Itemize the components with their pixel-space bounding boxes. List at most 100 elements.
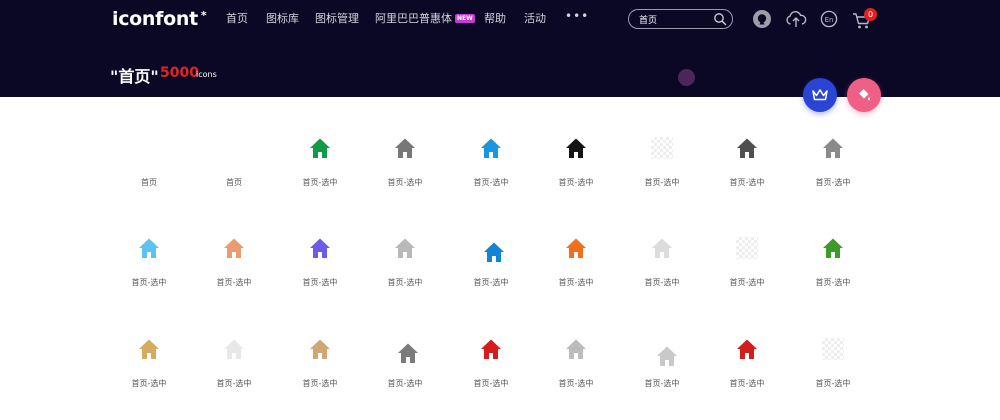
search-result-title: "首页" xyxy=(110,67,159,86)
icon-label: 首页-选中 xyxy=(387,278,423,287)
icon-card[interactable]: 首页-选中 xyxy=(623,137,701,197)
icon-card[interactable]: 首页-选中 xyxy=(708,338,786,398)
icon-card[interactable]: 首页 xyxy=(195,137,273,197)
icon-label: 首页-选中 xyxy=(131,278,167,287)
icon-card[interactable]: 首页-选中 xyxy=(281,237,359,297)
icon-card[interactable]: 首页-选中 xyxy=(281,137,359,197)
iconfont-logo[interactable]: iconfont * xyxy=(112,8,207,30)
cart-count-badge: 0 xyxy=(864,8,877,21)
icon-card[interactable]: 首页-选中 xyxy=(794,237,872,297)
icon-label: 首页 xyxy=(226,178,242,187)
icon-card[interactable]: 首页-选中 xyxy=(195,237,273,297)
nav-item-alibaba-font[interactable]: 阿里巴巴普惠体 NEW xyxy=(375,11,475,27)
icon-label: 首页-选中 xyxy=(302,178,338,187)
icon-label: 首页-选中 xyxy=(302,278,338,287)
nav-item-activity[interactable]: 活动 xyxy=(524,11,546,27)
home-icon xyxy=(484,242,505,263)
icon-card[interactable]: 首页-选中 xyxy=(366,237,444,297)
home-icon xyxy=(224,339,244,359)
icon-label: 首页 xyxy=(141,178,157,187)
more-menu-icon[interactable]: ••• xyxy=(565,9,589,23)
logo-mark: * xyxy=(200,9,207,22)
icon-label: 首页-选中 xyxy=(216,379,252,388)
icon-label: 首页-选中 xyxy=(558,379,594,388)
icon-card[interactable]: 首页-选中 xyxy=(110,338,188,398)
search-input[interactable] xyxy=(639,12,709,26)
icon-label: 首页-选中 xyxy=(729,379,765,388)
icon-label: 首页-选中 xyxy=(558,278,594,287)
icon-card[interactable]: 首页-选中 xyxy=(794,338,872,398)
icon-card[interactable]: 首页-选中 xyxy=(794,137,872,197)
icon-card[interactable]: 首页-选中 xyxy=(110,237,188,297)
home-icon xyxy=(139,339,159,359)
new-badge: NEW xyxy=(455,14,475,23)
nav-item-icon-management[interactable]: 图标管理 xyxy=(315,11,359,27)
icon-label: 首页-选中 xyxy=(558,178,594,187)
home-icon xyxy=(652,238,672,258)
svg-text:En: En xyxy=(825,16,834,24)
home-icon xyxy=(395,138,415,158)
icon-card[interactable]: 首页 xyxy=(110,137,188,197)
icon-label: 首页-选中 xyxy=(729,178,765,187)
home-icon xyxy=(656,346,677,366)
icon-label: 首页-选中 xyxy=(387,178,423,187)
result-unit: icons xyxy=(196,70,217,79)
home-icon xyxy=(395,238,415,258)
icon-grid: 首页 首页 首页-选中 首页-选中 首页-选中 首页-选中 首页-选中 首页-选中 首页-选中首… xyxy=(0,97,1000,420)
icon-card[interactable]: 首页-选中 xyxy=(281,338,359,398)
home-icon xyxy=(481,138,501,158)
icon-card[interactable]: 首页-选中 xyxy=(708,137,786,197)
logo-text: iconfont xyxy=(112,8,198,30)
icon-card[interactable]: 首页-选中 xyxy=(452,237,530,297)
icon-card[interactable]: 首页-选中 xyxy=(623,338,701,398)
icon-label: 首页-选中 xyxy=(815,379,851,388)
home-icon xyxy=(139,238,159,258)
transparent-placeholder-icon xyxy=(822,338,844,360)
transparent-placeholder-icon xyxy=(651,137,673,159)
nav-item-help[interactable]: 帮助 xyxy=(484,11,506,27)
github-icon[interactable] xyxy=(752,9,772,29)
icon-card[interactable]: 首页-选中 xyxy=(366,137,444,197)
icon-card[interactable]: 首页-选中 xyxy=(366,338,444,398)
icon-card[interactable]: 首页-选中 xyxy=(537,338,615,398)
search-icon[interactable] xyxy=(713,12,727,26)
icon-label: 首页-选中 xyxy=(473,178,509,187)
result-count: 5000 xyxy=(160,65,199,81)
icon-card[interactable]: 首页-选中 xyxy=(452,338,530,398)
nav-item-home[interactable]: 首页 xyxy=(226,11,248,27)
icon-card[interactable]: 首页-选中 xyxy=(623,237,701,297)
icon-label: 首页-选中 xyxy=(302,379,338,388)
icon-card[interactable]: 首页-选中 xyxy=(452,137,530,197)
decorative-bubble xyxy=(678,69,695,86)
home-icon xyxy=(310,138,330,158)
nav-item-icon-library[interactable]: 图标库 xyxy=(266,11,299,27)
icon-card[interactable]: 首页-选中 xyxy=(708,237,786,297)
home-icon xyxy=(224,238,244,258)
language-en-icon[interactable]: En xyxy=(820,9,838,29)
home-icon xyxy=(823,238,843,258)
icon-label: 首页-选中 xyxy=(387,379,423,388)
icon-card[interactable]: 首页-选中 xyxy=(537,237,615,297)
home-icon xyxy=(566,138,586,158)
icon-card[interactable]: 首页-选中 xyxy=(537,137,615,197)
home-icon xyxy=(310,339,330,359)
icon-label: 首页-选中 xyxy=(131,379,167,388)
home-icon xyxy=(566,238,586,258)
icon-label: 首页-选中 xyxy=(729,278,765,287)
icon-label: 首页-选中 xyxy=(815,178,851,187)
home-icon xyxy=(566,339,586,359)
home-icon xyxy=(737,138,757,158)
home-icon xyxy=(310,238,330,258)
search-box[interactable] xyxy=(628,9,733,29)
icon-label: 首页-选中 xyxy=(644,278,680,287)
icon-label: 首页-选中 xyxy=(216,278,252,287)
home-icon xyxy=(398,343,419,364)
upload-cloud-icon[interactable] xyxy=(785,9,807,29)
header-bar: iconfont * 首页 图标库 图标管理 阿里巴巴普惠体 NEW 帮助 活动 … xyxy=(0,0,1000,97)
icon-label: 首页-选中 xyxy=(473,278,509,287)
icon-label: 首页-选中 xyxy=(815,278,851,287)
icon-label: 首页-选中 xyxy=(644,178,680,187)
icon-card[interactable]: 首页-选中 xyxy=(195,338,273,398)
icon-label: 首页-选中 xyxy=(644,379,680,388)
home-icon xyxy=(823,138,843,158)
